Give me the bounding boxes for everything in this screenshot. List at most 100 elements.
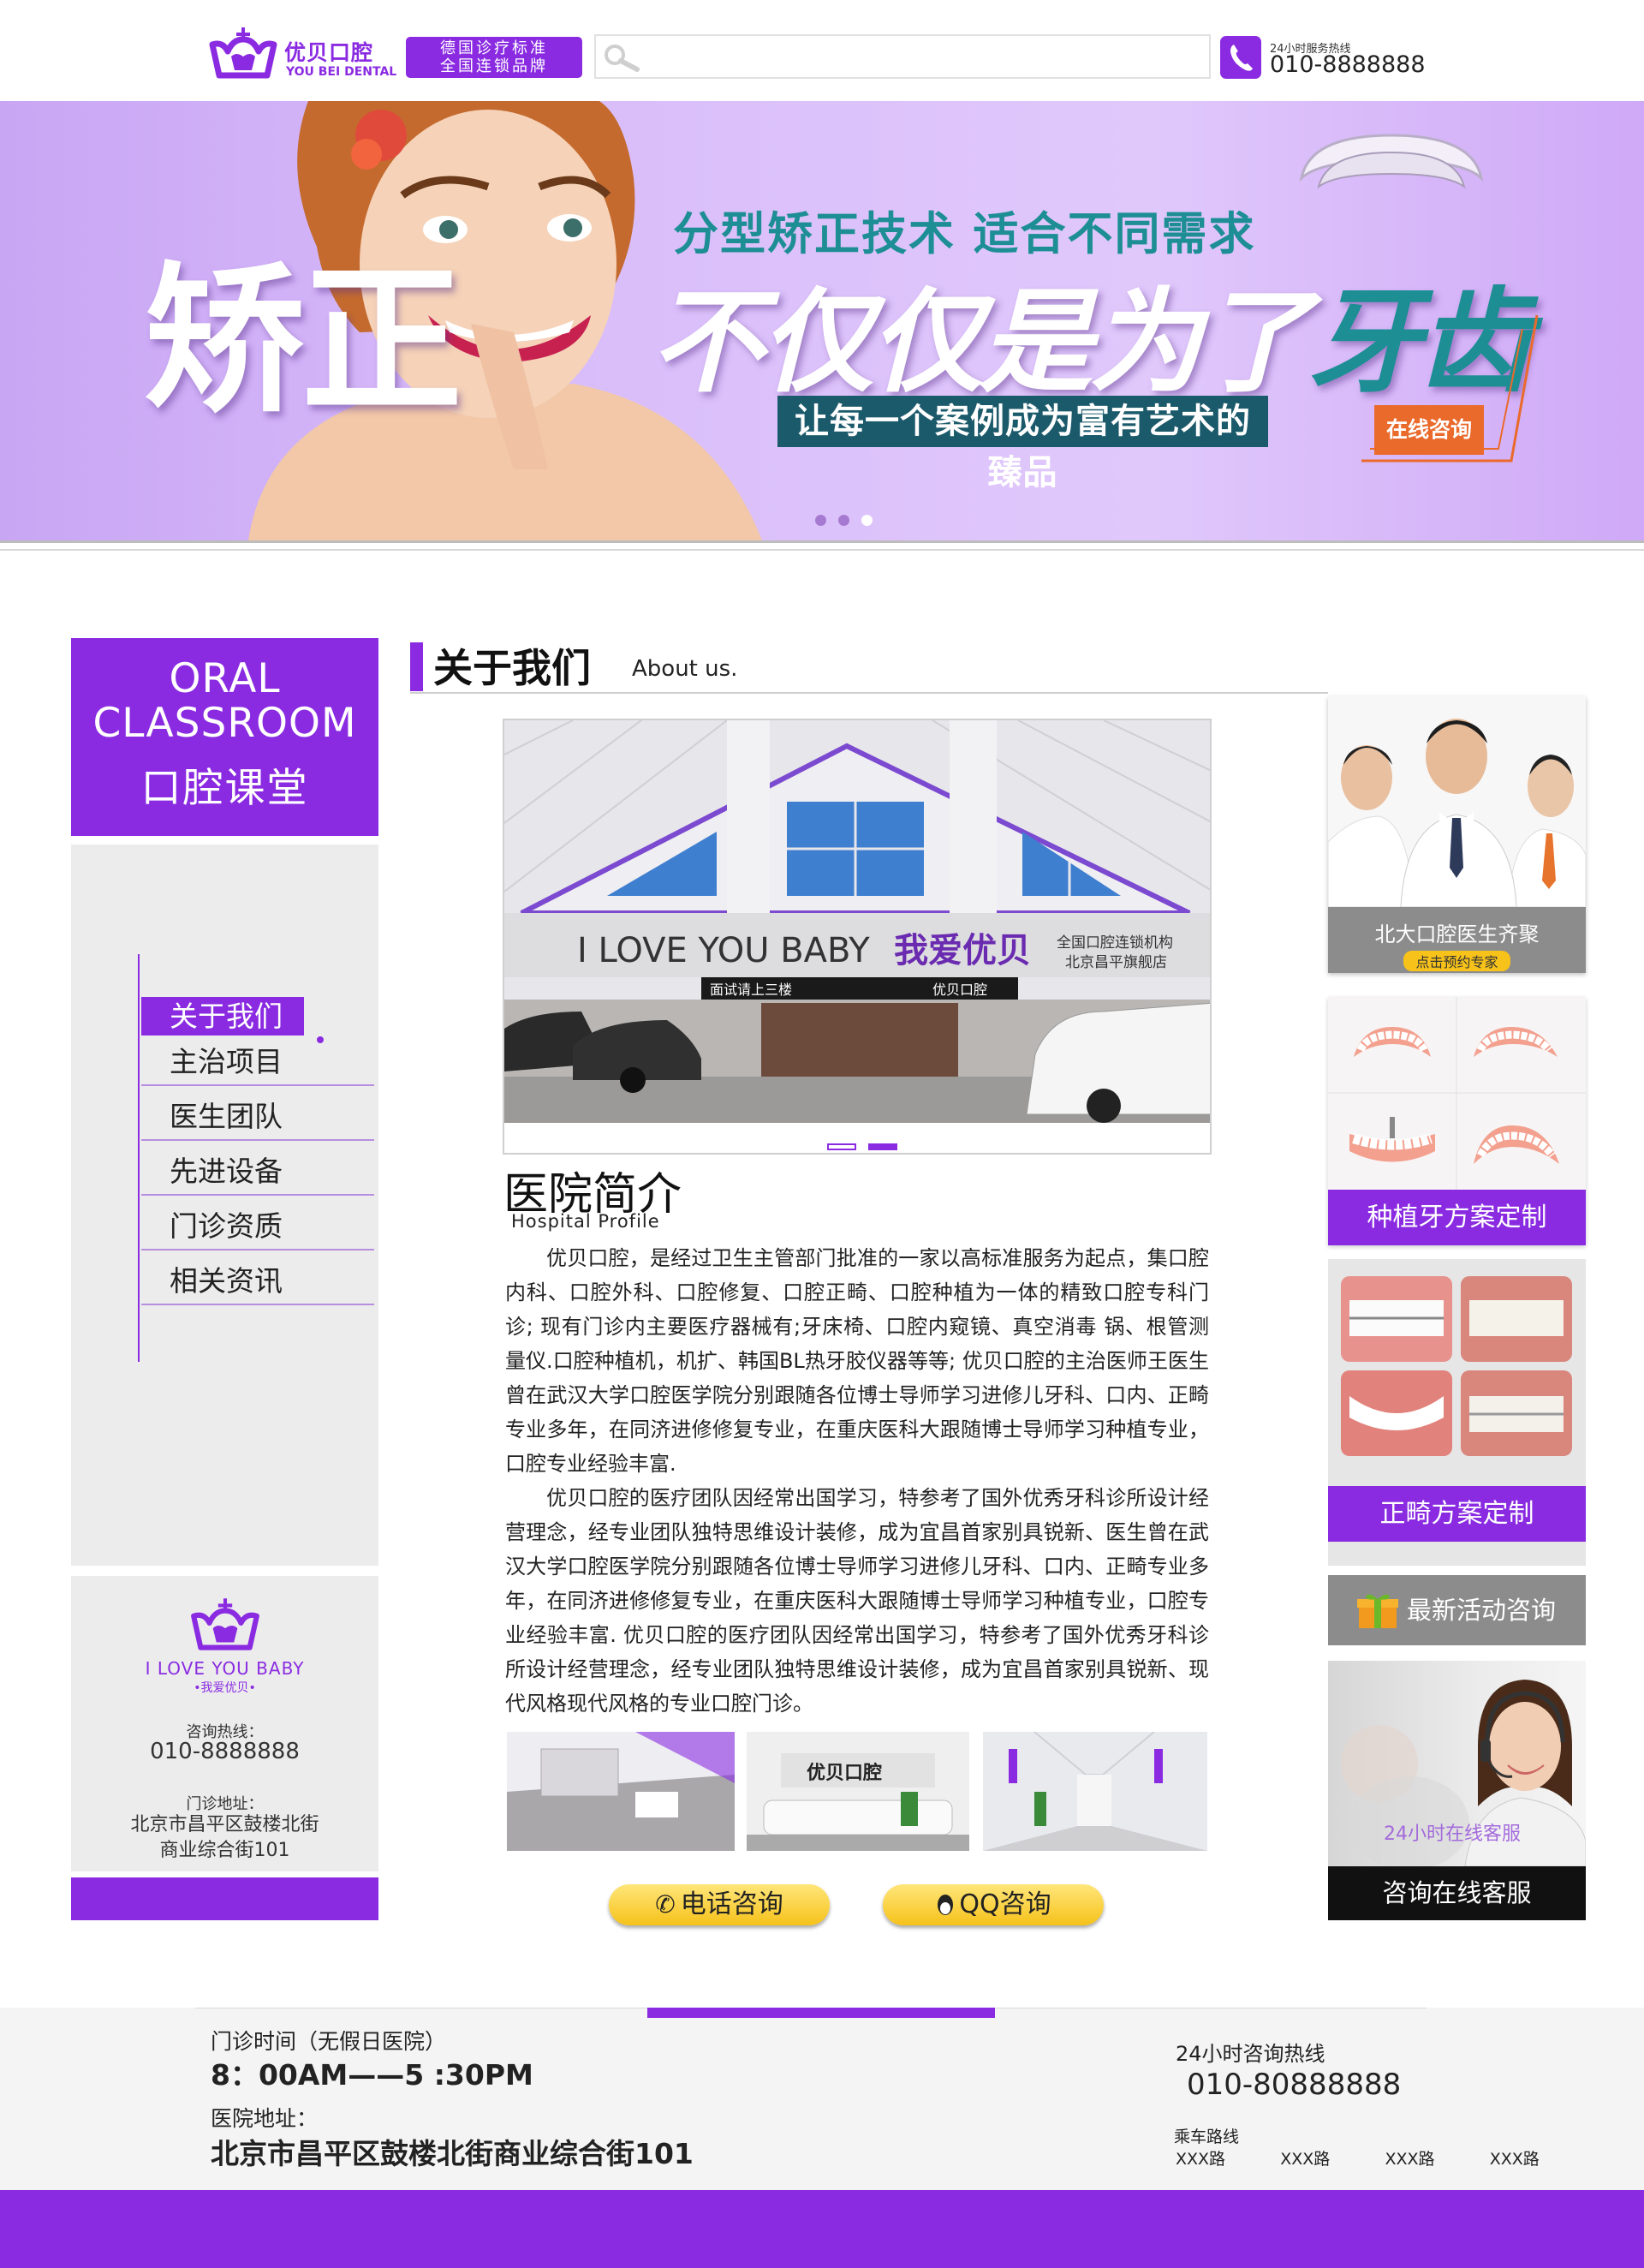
denture-models-image xyxy=(1328,997,1586,1190)
oral-classroom-title-en: ORAL CLASSROOM xyxy=(71,657,378,746)
oral-classroom-title-cn: 口腔课堂 xyxy=(140,765,309,812)
storefront-sign-cn: 我爱优贝 xyxy=(894,931,1031,970)
ortho-caption: 正畸方案定制 xyxy=(1328,1486,1586,1542)
phone-consult-button[interactable]: ✆ 电话咨询 xyxy=(609,1884,830,1925)
sidebar-item-equipment[interactable]: 先进设备 xyxy=(141,1148,374,1196)
storefront-door-left: 面试请上三楼 xyxy=(710,982,792,998)
site-header: 优贝口腔 YOU BEI DENTAL 德国诊疗标准 全国连锁品牌 24小时服务… xyxy=(0,0,1644,101)
doctors-card[interactable]: 北大口腔医生齐聚 点击预约专家 xyxy=(1328,696,1586,973)
reception-sign-text: 优贝口腔 xyxy=(807,1762,882,1784)
nav-vertical-line xyxy=(138,954,140,1362)
banner-divider xyxy=(0,540,1644,551)
search-input[interactable] xyxy=(647,41,1195,72)
photo-slide-1[interactable] xyxy=(827,1143,856,1150)
banner-dot-3[interactable] xyxy=(861,515,873,526)
about-title-en: About us. xyxy=(632,656,738,682)
qq-penguin-icon xyxy=(938,1895,954,1915)
storefront-sign-en: I LOVE YOU BABY xyxy=(577,931,870,970)
hero-banner[interactable]: 矫正 分型矫正技术 适合不同需求 不仅仅是为了牙齿 让每一个案例成为富有艺术的臻… xyxy=(0,101,1644,540)
service-overlay-text: 24小时在线客服 xyxy=(1384,1823,1521,1845)
banner-tagline: 让每一个案例成为富有艺术的臻品 xyxy=(777,396,1268,492)
clinic-thumb-corridor[interactable] xyxy=(983,1732,1207,1851)
aligner-image xyxy=(1299,134,1484,189)
banner-dot-2[interactable] xyxy=(838,515,849,526)
doctors-appointment-badge[interactable]: 点击预约专家 xyxy=(1403,951,1510,971)
sidebar-item-about[interactable]: 关于我们 xyxy=(141,997,304,1036)
search-box[interactable] xyxy=(594,34,1211,79)
storefront-sign-sub2: 北京昌平旗舰店 xyxy=(1065,954,1167,971)
contact-address-label: 门诊地址： xyxy=(186,1795,264,1813)
contact-address-line-1: 北京市昌平区鼓楼北街 xyxy=(130,1814,319,1835)
about-title-underline xyxy=(410,692,1328,694)
contact-address-line-2: 商业综合街101 xyxy=(159,1840,290,1861)
storefront-door-right: 优贝口腔 xyxy=(932,982,987,998)
slogan-line-2: 全国连锁品牌 xyxy=(440,57,548,75)
footer-route-4: XXX路 xyxy=(1489,2150,1540,2169)
banner-consult-button[interactable]: 在线咨询 xyxy=(1374,405,1484,455)
photo-slider-indicators xyxy=(827,1137,909,1154)
photo-slide-2[interactable] xyxy=(868,1143,897,1150)
footer-hotline[interactable]: 010-80888888 xyxy=(1187,2068,1401,2102)
sidebar-item-treatments[interactable]: 主治项目 xyxy=(141,1038,374,1086)
doctors-caption-bar: 北大口腔医生齐聚 点击预约专家 xyxy=(1328,907,1586,973)
footer-hours: 8：00AM——5 :30PM xyxy=(211,2058,533,2092)
footer-routes: XXX路 XXX路 XXX路 XXX路 xyxy=(1176,2146,1540,2170)
bottom-purple-bar xyxy=(0,2190,1644,2268)
clinic-storefront-photo: I LOVE YOU BABY 我爱优贝 全国口腔连锁机构 北京昌平旗舰店 面试… xyxy=(504,720,1210,1123)
gift-icon xyxy=(1357,1594,1398,1628)
implant-plan-card[interactable]: 种植牙方案定制 xyxy=(1328,997,1586,1245)
sidebar-item-doctors[interactable]: 医生团队 xyxy=(141,1093,374,1141)
ortho-plan-card[interactable]: 正畸方案定制 xyxy=(1328,1259,1586,1566)
doctors-photo xyxy=(1328,696,1586,908)
braces-photos xyxy=(1328,1259,1586,1477)
footer-address: 北京市昌平区鼓楼北街商业综合街101 xyxy=(211,2137,694,2170)
hospital-profile-body: 优贝口腔，是经过卫生主管部门批准的一家以高标准服务为起点，集口腔内科、口腔外科、… xyxy=(505,1241,1209,1721)
oral-title-line-1: ORAL xyxy=(169,655,281,702)
service-caption: 咨询在线客服 xyxy=(1328,1866,1586,1920)
doctors-caption: 北大口腔医生齐聚 xyxy=(1374,922,1540,946)
oral-classroom-panel: ORAL CLASSROOM 口腔课堂 xyxy=(71,638,378,836)
banner-headline-left: 矫正 xyxy=(144,248,462,435)
footer-route-3: XXX路 xyxy=(1385,2150,1435,2169)
clinic-thumb-lobby[interactable] xyxy=(507,1732,735,1851)
site-footer: 门诊时间（无假日医院） 8：00AM——5 :30PM 医院地址： 北京市昌平区… xyxy=(0,2008,1644,2190)
storefront-sign-sub1: 全国口腔连锁机构 xyxy=(1057,934,1173,952)
footer-address-label: 医院地址： xyxy=(211,2106,319,2131)
search-icon[interactable] xyxy=(603,43,642,72)
clinic-thumb-reception[interactable]: 优贝口腔 xyxy=(747,1732,969,1851)
about-title-marker xyxy=(410,642,423,691)
footer-hours-label: 门诊时间（无假日医院） xyxy=(211,2029,447,2054)
sidebar-item-news[interactable]: 相关资讯 xyxy=(141,1257,374,1305)
sidebar-footer-bar xyxy=(71,1877,378,1920)
phone-consult-label: 电话咨询 xyxy=(680,1889,783,1919)
banner-pagination xyxy=(815,513,885,529)
sidebar-nav: 关于我们 主治项目 医生团队 先进设备 门诊资质 相关资讯 xyxy=(71,845,378,1566)
footer-route-label: 乘车路线 xyxy=(1174,2128,1240,2146)
handset-icon: ✆ xyxy=(655,1890,676,1919)
oral-title-line-2: CLASSROOM xyxy=(92,700,357,747)
contact-brand-en: I LOVE YOU BABY xyxy=(145,1658,305,1679)
events-consult-button[interactable]: 最新活动咨询 xyxy=(1328,1575,1586,1645)
site-logo[interactable]: 优贝口腔 YOU BEI DENTAL xyxy=(207,26,406,82)
contact-hotline-number[interactable]: 010-8888888 xyxy=(71,1739,378,1764)
hotline-number[interactable]: 010-8888888 xyxy=(1270,51,1426,78)
qq-consult-button[interactable]: QQ咨询 xyxy=(883,1884,1104,1925)
sidebar-contact-card: I LOVE YOU BABY •我爱优贝• 咨询热线： 010-8888888… xyxy=(71,1576,378,1871)
qq-consult-label: QQ咨询 xyxy=(959,1889,1051,1919)
events-label: 最新活动咨询 xyxy=(1407,1596,1557,1625)
crown-logo-icon xyxy=(209,27,277,79)
banner-dot-1[interactable] xyxy=(815,515,826,526)
online-service-card[interactable]: 24小时在线客服 咨询在线客服 xyxy=(1328,1661,1586,1920)
footer-accent-bar xyxy=(647,2008,995,2018)
crown-logo-icon xyxy=(191,1598,259,1650)
implant-caption: 种植牙方案定制 xyxy=(1328,1190,1586,1245)
about-title: 关于我们 xyxy=(433,645,591,691)
logo-text-en: YOU BEI DENTAL xyxy=(286,65,397,79)
footer-route-1: XXX路 xyxy=(1176,2150,1226,2169)
clinic-photo-slider[interactable]: I LOVE YOU BABY 我爱优贝 全国口腔连锁机构 北京昌平旗舰店 面试… xyxy=(503,719,1212,1155)
footer-hotline-label: 24小时咨询热线 xyxy=(1176,2042,1325,2066)
slogan-badge: 德国诊疗标准 全国连锁品牌 xyxy=(406,37,582,78)
phone-icon xyxy=(1220,36,1261,79)
sidebar-item-qualifications[interactable]: 门诊资质 xyxy=(141,1203,374,1250)
hospital-profile-title-en: Hospital Profile xyxy=(511,1211,660,1232)
